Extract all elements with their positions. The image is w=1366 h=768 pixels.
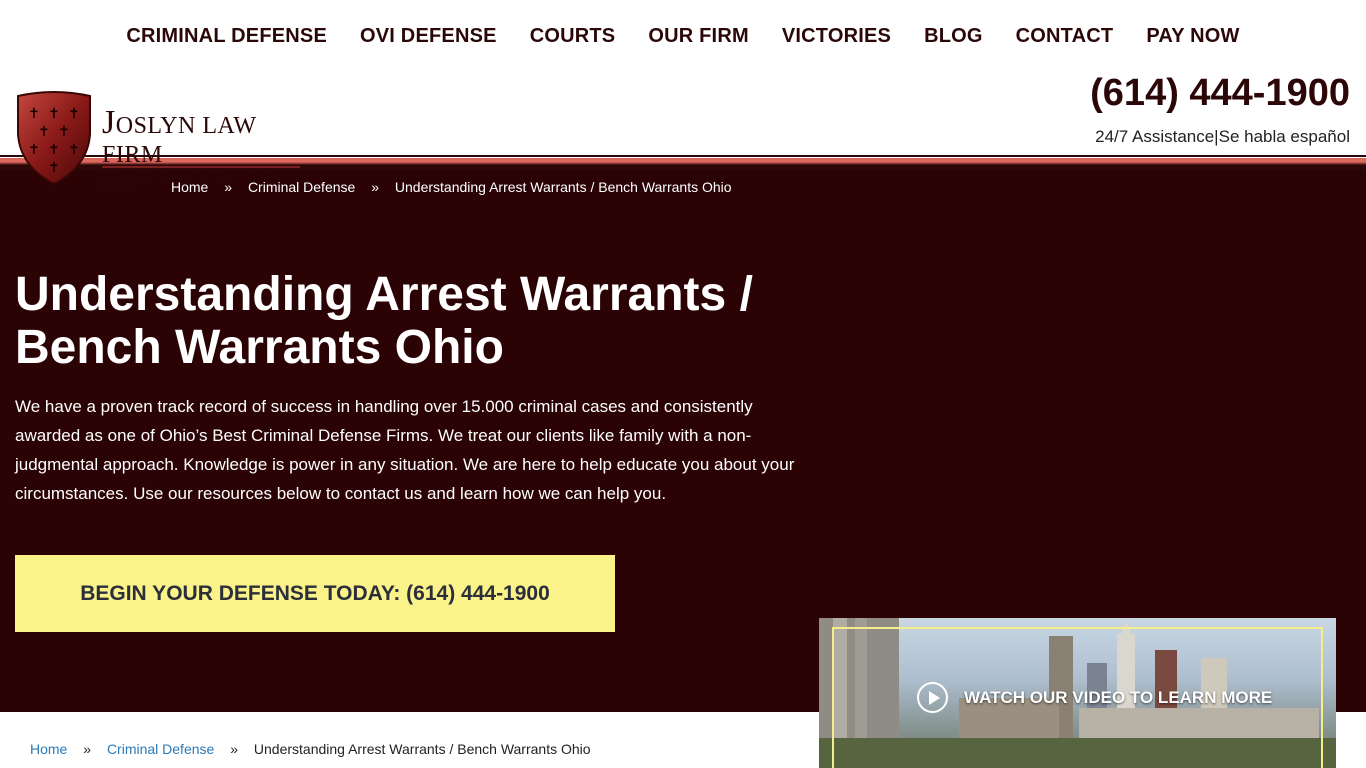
nav-item-contact[interactable]: CONTACT [1016, 25, 1114, 48]
svg-text:✝: ✝ [28, 142, 40, 158]
nav-item-our-firm[interactable]: OUR FIRM [648, 25, 748, 48]
nav-item-courts[interactable]: COURTS [530, 25, 616, 48]
svg-text:✝: ✝ [48, 106, 60, 122]
header-phone-number[interactable]: (614) 444-1900 [1090, 72, 1350, 115]
firm-logo[interactable]: ✝ ✝ ✝ ✝ ✝ ✝ ✝ ✝ ✝ JOSLYN LAW FIRM DEDICA… [14, 90, 319, 190]
svg-text:✝: ✝ [68, 142, 80, 158]
breadcrumb-separator: » [371, 179, 379, 195]
hero-intro-text: We have a proven track record of success… [15, 397, 795, 503]
logo-wordmark: JOSLYN LAW FIRM DEDICATED TO PROTECTING … [102, 104, 319, 190]
nav-list: CRIMINAL DEFENSE OVI DEFENSE COURTS OUR … [110, 25, 1256, 48]
logo-title-rest: OSLYN LAW FIRM [102, 113, 257, 168]
page-title: Understanding Arrest Warrants / Bench Wa… [15, 268, 753, 374]
breadcrumb-home-link[interactable]: Home [30, 741, 67, 757]
nav-item-ovi-defense[interactable]: OVI DEFENSE [360, 25, 497, 48]
nav-link-ovi-defense[interactable]: OVI DEFENSE [360, 25, 497, 47]
nav-link-blog[interactable]: BLOG [924, 25, 983, 47]
nav-link-victories[interactable]: VICTORIES [782, 25, 891, 47]
nav-link-courts[interactable]: COURTS [530, 25, 616, 47]
logo-title: JOSLYN LAW FIRM [102, 104, 319, 169]
svg-text:✝: ✝ [68, 106, 80, 122]
nav-item-criminal-defense[interactable]: CRIMINAL DEFENSE [126, 25, 327, 48]
logo-tagline: DEDICATED TO PROTECTING YOUR RIGHTS [102, 166, 300, 190]
breadcrumb-section-link[interactable]: Criminal Defense [107, 741, 214, 757]
header-assistance-text: 24/7 Assistance|Se habla español [1095, 127, 1350, 146]
svg-text:✝: ✝ [58, 124, 70, 140]
nav-item-blog[interactable]: BLOG [924, 25, 983, 48]
breadcrumb-current: Understanding Arrest Warrants / Bench Wa… [253, 741, 591, 757]
begin-defense-cta-button[interactable]: BEGIN YOUR DEFENSE TODAY: (614) 444-1900 [15, 555, 615, 632]
shield-crest-icon: ✝ ✝ ✝ ✝ ✝ ✝ ✝ ✝ ✝ [17, 91, 91, 186]
nav-item-pay-now[interactable]: PAY NOW [1146, 25, 1239, 48]
svg-text:✝: ✝ [38, 124, 50, 140]
main-navigation: CRIMINAL DEFENSE OVI DEFENSE COURTS OUR … [0, 0, 1366, 72]
svg-text:✝: ✝ [48, 160, 60, 176]
breadcrumb-separator: » [230, 741, 238, 757]
video-cta-label[interactable]: WATCH OUR VIDEO TO LEARN MORE [964, 688, 1272, 708]
svg-text:✝: ✝ [48, 142, 60, 158]
nav-link-our-firm[interactable]: OUR FIRM [648, 25, 748, 47]
video-card[interactable]: WATCH OUR VIDEO TO LEARN MORE [819, 618, 1336, 768]
nav-item-victories[interactable]: VICTORIES [782, 25, 891, 48]
breadcrumb-current: Understanding Arrest Warrants / Bench Wa… [394, 179, 732, 195]
play-icon[interactable] [917, 682, 948, 713]
logo-initial: J [102, 104, 116, 141]
svg-text:✝: ✝ [28, 106, 40, 122]
nav-link-criminal-defense[interactable]: CRIMINAL DEFENSE [126, 25, 327, 47]
breadcrumb-separator: » [83, 741, 92, 757]
nav-link-contact[interactable]: CONTACT [1016, 25, 1114, 47]
nav-link-pay-now[interactable]: PAY NOW [1146, 25, 1239, 47]
content-breadcrumb: Home » Criminal Defense » Understanding … [30, 741, 591, 757]
